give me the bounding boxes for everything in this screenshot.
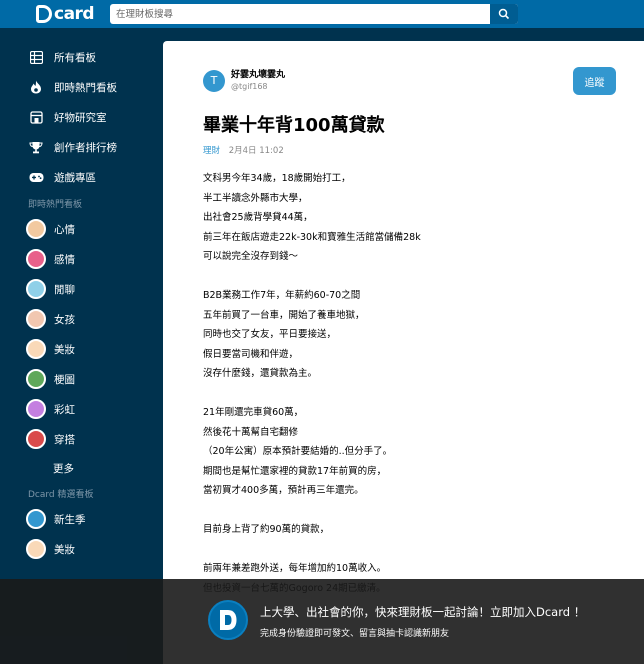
post-body-line: 出社會25歲背學貸44萬， [203, 212, 313, 223]
dcard-logo[interactable]: card [36, 3, 95, 25]
post-title: 畢業十年背100萬貸款 [203, 115, 385, 136]
join-banner[interactable] [0, 579, 644, 664]
post-body-line: 前三年在飯店遊走22k-30k和寶雅生活館當儲備28k [203, 231, 421, 243]
search-bar [110, 4, 518, 24]
sidebar-board-item[interactable]: 梗圖 [0, 364, 162, 394]
gamepad-icon [28, 169, 44, 185]
sidebar-item-creator-ranking[interactable]: 創作者排行榜 [0, 132, 162, 162]
dcard-logo-icon [36, 5, 52, 23]
post-body-line: 五年前買了一台車，開始了養車地獄， [203, 309, 365, 321]
post-body-line [203, 540, 623, 560]
sidebar-board-item[interactable]: 感情 [0, 244, 162, 274]
board-avatar-icon [26, 539, 46, 559]
grid-icon [28, 49, 44, 65]
post-body-line [203, 384, 623, 404]
sidebar-board-item[interactable]: 彩虹 [0, 394, 162, 424]
sidebar-item-label: 即時熱門看板 [54, 81, 117, 94]
post-author[interactable]: T 好霎丸壞霎丸 @tgif168 [203, 69, 285, 92]
post-body-line [203, 501, 623, 521]
post-body-line: 然後花十萬幫自宅翻修 [203, 426, 299, 438]
sidebar-board-item[interactable]: 美妝 [0, 534, 162, 564]
sidebar-item-all-boards[interactable]: 所有看板 [0, 42, 162, 72]
post-body-line: B2B業務工作7年，年薪約60-70之間 [203, 290, 361, 301]
sidebar-item-label: 所有看板 [54, 51, 96, 64]
post-body-line [203, 267, 623, 287]
board-avatar-icon [26, 339, 46, 359]
sidebar: 所有看板 即時熱門看板 好物研究室 創作者排行榜 遊戲專區 即時熱門看板 心情感… [0, 28, 162, 664]
featured-boards-section-label: Dcard 精選看板 [28, 489, 94, 500]
post-card: T 好霎丸壞霎丸 @tgif168 追蹤 畢業十年背100萬貸款 理財 2月4日… [163, 41, 644, 664]
board-label: 閒聊 [54, 283, 75, 296]
board-label: 美妝 [54, 343, 75, 356]
search-icon [498, 8, 510, 20]
post-body-line: 假日要當司機和伴遊， [203, 348, 299, 360]
post-body-line: 當初買才400多萬，預計再三年還完。 [203, 485, 364, 496]
sidebar-item-label: 創作者排行榜 [54, 141, 117, 154]
post-body-line: 可以說完全沒存到錢～ [203, 251, 299, 262]
post-body-line: （20年公寓）原本預計要結婚的..但分手了。 [203, 446, 393, 457]
sidebar-item-label: 好物研究室 [54, 111, 107, 124]
post-body-line: 期間也是幫忙還家裡的貸款17年前買的房， [203, 465, 387, 477]
board-avatar-icon [26, 369, 46, 389]
search-button[interactable] [490, 4, 518, 24]
post-body-line: 沒存什麼錢，還貸款為主。 [203, 368, 318, 379]
post-forum-link[interactable]: 理財 [203, 146, 220, 156]
post-body-line: 文科男今年34歲，18歲開始打工， [203, 173, 351, 184]
sidebar-item-label: 遊戲專區 [54, 171, 96, 184]
sidebar-board-item[interactable]: 穿搭 [0, 424, 162, 454]
board-avatar-icon [26, 249, 46, 269]
board-label: 穿搭 [54, 433, 75, 446]
board-avatar-icon [26, 399, 46, 419]
post-body-line: 目前身上背了約90萬的貸款， [203, 524, 330, 535]
post-body-line: 半工半讀念外縣市大學， [203, 192, 308, 204]
board-avatar-icon [26, 219, 46, 239]
post-body-line: 同時也交了女友，平日要接送， [203, 329, 337, 340]
logo-text: card [54, 4, 95, 24]
shop-icon [28, 109, 44, 125]
post-body: 文科男今年34歲，18歲開始打工， 半工半讀念外縣市大學， 出社會25歲背學貸44萬… [203, 169, 623, 598]
sidebar-board-item[interactable]: 美妝 [0, 334, 162, 364]
search-input[interactable] [110, 4, 490, 24]
post-meta: 理財 2月4日 11:02 [203, 144, 284, 156]
author-handle: @tgif168 [231, 82, 268, 91]
board-avatar-icon [26, 509, 46, 529]
board-avatar-icon [26, 279, 46, 299]
sidebar-item-hot-boards[interactable]: 即時熱門看板 [0, 72, 162, 102]
post-date: 2月4日 11:02 [228, 146, 284, 156]
sidebar-item-games[interactable]: 遊戲專區 [0, 162, 162, 192]
post-body-line: 前兩年兼差跑外送，每年增加約10萬收入。 [203, 563, 387, 574]
follow-button[interactable]: 追蹤 [573, 67, 616, 95]
board-label: 新生季 [54, 513, 86, 526]
board-label: 感情 [54, 253, 75, 266]
author-name: 好霎丸壞霎丸 [231, 70, 286, 80]
top-bar: card [0, 0, 644, 28]
trophy-icon [28, 139, 44, 155]
flame-icon [28, 79, 44, 95]
board-label: 梗圖 [54, 373, 75, 386]
board-avatar-icon [26, 309, 46, 329]
sidebar-item-goods-lab[interactable]: 好物研究室 [0, 102, 162, 132]
sidebar-board-item[interactable]: 心情 [0, 214, 162, 244]
board-label: 女孩 [54, 313, 75, 326]
board-avatar-icon [26, 429, 46, 449]
dcard-app-icon [208, 600, 248, 640]
board-label: 彩虹 [54, 403, 75, 416]
author-avatar: T [203, 69, 225, 92]
banner-title[interactable]: 上大學、出社會的你，快來理財板一起討論！立即加入Dcard ！ [260, 604, 585, 620]
sidebar-board-item[interactable]: 閒聊 [0, 274, 162, 304]
board-label: 心情 [54, 223, 75, 236]
sidebar-board-item[interactable]: 女孩 [0, 304, 162, 334]
board-label: 美妝 [54, 543, 75, 556]
more-boards-link[interactable]: 更多 [0, 454, 162, 482]
post-body-line: 21年剛還完車貸60萬， [203, 407, 304, 418]
banner-subtitle: 完成身份驗證即可發文、留言與抽卡認識新朋友 [260, 629, 450, 639]
hot-boards-section-label: 即時熱門看板 [28, 199, 83, 210]
sidebar-board-item[interactable]: 新生季 [0, 504, 162, 534]
